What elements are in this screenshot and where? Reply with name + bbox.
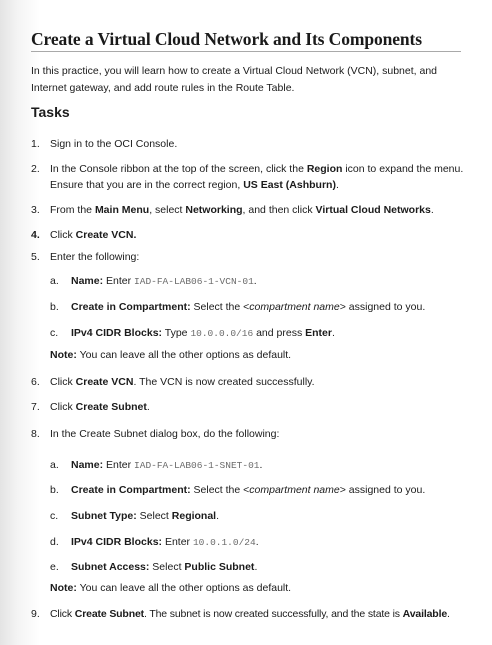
step-number: 9.	[31, 608, 40, 620]
intro-paragraph: In this practice, you will learn how to …	[31, 65, 437, 94]
tasks-heading: Tasks	[31, 104, 70, 120]
step-number: 7.	[31, 401, 40, 413]
substep-letter: a.	[50, 459, 59, 471]
step-8d: IPv4 CIDR Blocks: Enter 10.0.1.0/24.	[71, 536, 259, 548]
substep-letter: e.	[50, 561, 59, 573]
step-number: 4.	[31, 229, 40, 241]
step-8b: Create in Compartment: Select the <compa…	[71, 484, 426, 496]
step-number: 8.	[31, 428, 40, 440]
step-5a: Name: Enter IAD-FA-LAB06-1-VCN-01.	[71, 275, 257, 287]
step-8a: Name: Enter IAD-FA-LAB06-1-SNET-01.	[71, 459, 263, 471]
step-5: Enter the following:	[50, 251, 140, 263]
substep-letter: d.	[50, 536, 59, 548]
step-number: 5.	[31, 251, 40, 263]
step-8c: Subnet Type: Select Regional.	[71, 510, 220, 522]
step-5-note: Note: You can leave all the other option…	[50, 349, 292, 361]
step-9: Click Create Subnet. The subnet is now c…	[50, 608, 450, 620]
step-2-line-2: Ensure that you are in the correct regio…	[50, 179, 339, 191]
substep-letter: b.	[50, 484, 59, 496]
substep-letter: b.	[50, 301, 59, 313]
step-5b: Create in Compartment: Select the <compa…	[71, 301, 426, 313]
step-8e: Subnet Access: Select Public Subnet.	[71, 561, 258, 573]
step-number: 1.	[31, 138, 40, 150]
step-4: Click Create VCN.	[50, 229, 137, 241]
substep-letter: c.	[50, 327, 59, 339]
step-8: In the Create Subnet dialog box, do the …	[50, 428, 280, 440]
step-1: Sign in to the OCI Console.	[50, 138, 178, 150]
step-6: Click Create VCN. The VCN is now created…	[50, 376, 315, 388]
step-7: Click Create Subnet.	[50, 401, 150, 413]
substep-letter: c.	[50, 510, 59, 522]
step-number: 2.	[31, 163, 40, 175]
step-5c: IPv4 CIDR Blocks: Type 10.0.0.0/16 and p…	[71, 327, 335, 339]
document-page: Create a Virtual Cloud Network and Its C…	[0, 0, 492, 645]
step-8-note: Note: You can leave all the other option…	[50, 582, 292, 594]
step-2-line-1: In the Console ribbon at the top of the …	[50, 163, 464, 175]
page-title: Create a Virtual Cloud Network and Its C…	[31, 29, 422, 49]
title-divider	[31, 51, 461, 52]
substep-letter: a.	[50, 275, 59, 287]
step-number: 6.	[31, 376, 40, 388]
step-3: From the Main Menu, select Networking, a…	[50, 204, 434, 216]
step-number: 3.	[31, 204, 40, 216]
